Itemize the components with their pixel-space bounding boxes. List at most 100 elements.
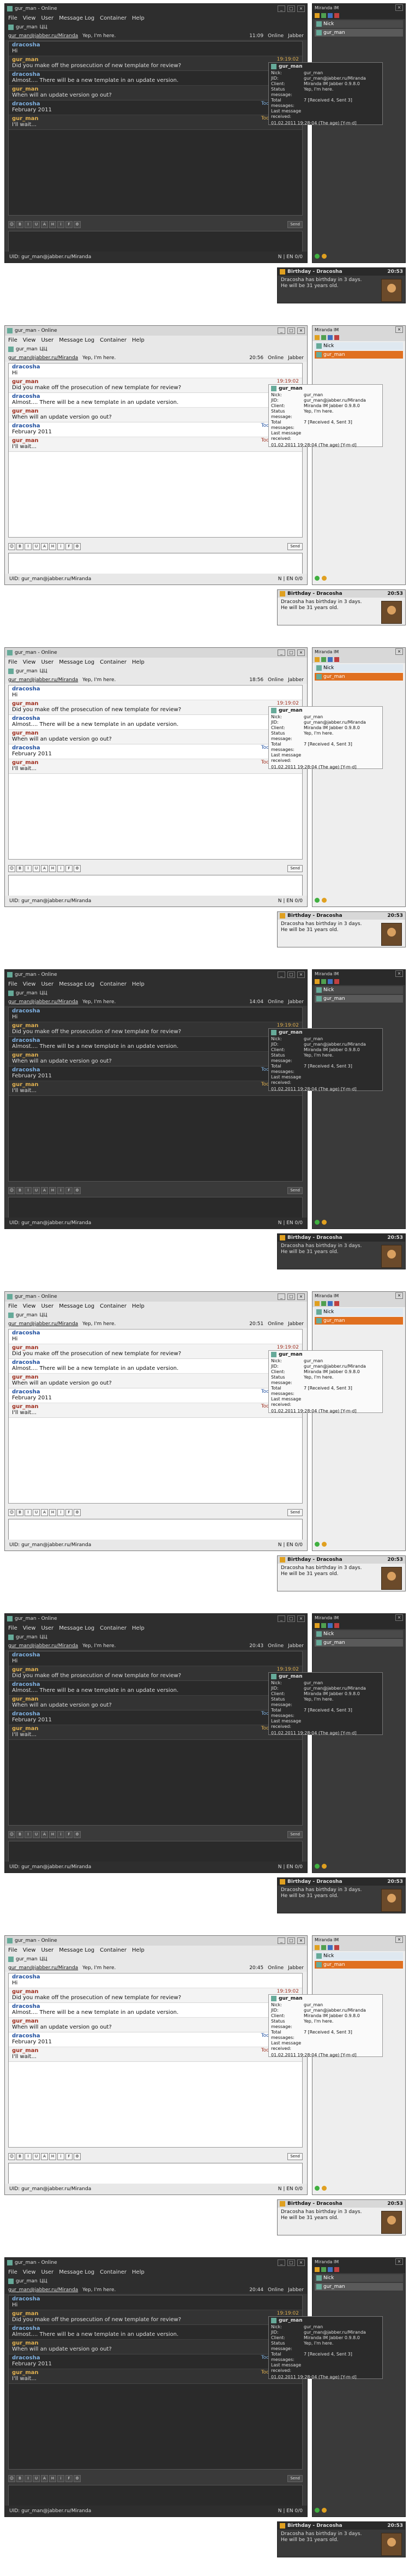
message-author[interactable]: gur_man xyxy=(12,730,39,736)
account-link[interactable]: gur_man@jabber.ru/Miranda xyxy=(8,999,78,1005)
birthday-popup[interactable]: Birthday - Dracosha 20:53 Dracosha has b… xyxy=(277,2199,406,2235)
message-author[interactable]: dracosha xyxy=(12,2296,40,2302)
account-link[interactable]: gur_man@jabber.ru/Miranda xyxy=(8,1965,78,1971)
font-color-icon[interactable]: A xyxy=(41,1830,48,1838)
birthday-popup[interactable]: Birthday - Dracosha 20:53 Dracosha has b… xyxy=(277,2521,406,2557)
contact-item[interactable]: gur_man xyxy=(315,673,403,681)
message-author[interactable]: gur_man xyxy=(12,57,39,63)
history-icon[interactable]: H xyxy=(49,542,56,550)
message-author[interactable]: dracosha xyxy=(12,1037,40,1043)
message-author[interactable]: gur_man xyxy=(12,1082,39,1088)
menu-container[interactable]: Container xyxy=(100,15,127,21)
away-status-icon[interactable] xyxy=(322,1220,327,1225)
maximize-button[interactable]: □ xyxy=(287,1293,295,1300)
message-author[interactable]: dracosha xyxy=(12,101,40,107)
smiley-icon[interactable]: ☺ xyxy=(8,864,15,872)
online-status-icon[interactable] xyxy=(315,1864,320,1869)
find-icon[interactable] xyxy=(328,335,333,340)
away-status-icon[interactable] xyxy=(322,254,327,259)
file-icon[interactable]: F xyxy=(65,864,73,872)
find-icon[interactable] xyxy=(328,1623,333,1628)
message-author[interactable]: dracosha xyxy=(12,71,40,77)
italic-icon[interactable]: I xyxy=(25,1186,32,1194)
menu-message-log[interactable]: Message Log xyxy=(59,659,94,665)
title-bar[interactable]: gur_man - Online _ □ × xyxy=(5,4,307,14)
title-bar[interactable]: gur_man - Online _ □ × xyxy=(5,2258,307,2268)
message-author[interactable]: gur_man xyxy=(12,1989,39,1995)
smiley-icon[interactable]: ☺ xyxy=(8,2474,15,2482)
bold-icon[interactable]: B xyxy=(16,1186,23,1194)
menu-icon[interactable] xyxy=(315,13,320,18)
info-icon[interactable]: i xyxy=(57,2474,64,2482)
options-icon[interactable] xyxy=(334,1945,339,1950)
message-log[interactable]: dracosha Hi gur_man 19:19:02 Did you make of… xyxy=(8,1651,303,1826)
info-icon[interactable]: i xyxy=(57,2152,64,2160)
online-status-icon[interactable] xyxy=(315,2186,320,2191)
settings-icon[interactable]: ⚙ xyxy=(74,2474,81,2482)
minimize-button[interactable]: _ xyxy=(278,1937,285,1944)
group-item[interactable]: Nick xyxy=(315,664,403,672)
font-color-icon[interactable]: A xyxy=(41,1508,48,1516)
file-icon[interactable]: F xyxy=(65,1186,73,1194)
settings-icon[interactable]: ⚙ xyxy=(74,2152,81,2160)
file-icon[interactable]: F xyxy=(65,542,73,550)
account-link[interactable]: gur_man@jabber.ru/Miranda xyxy=(8,355,78,361)
online-status-icon[interactable] xyxy=(315,576,320,581)
contact-item[interactable]: gur_man xyxy=(315,1639,403,1647)
clist-close-button[interactable]: × xyxy=(395,4,403,11)
away-status-icon[interactable] xyxy=(322,1542,327,1547)
message-author[interactable]: gur_man xyxy=(12,379,39,385)
menu-view[interactable]: View xyxy=(23,1625,36,1631)
italic-icon[interactable]: I xyxy=(25,1508,32,1516)
send-button[interactable]: Send xyxy=(287,1186,303,1194)
status-icon[interactable] xyxy=(321,1945,326,1950)
menu-container[interactable]: Container xyxy=(100,337,127,343)
message-author[interactable]: dracosha xyxy=(12,1711,40,1717)
menu-icon[interactable] xyxy=(315,1945,320,1950)
menu-icon[interactable] xyxy=(315,1301,320,1306)
group-item[interactable]: Nick xyxy=(315,2274,403,2282)
smiley-icon[interactable]: ☺ xyxy=(8,542,15,550)
status-icon[interactable] xyxy=(321,2267,326,2272)
underline-icon[interactable]: U xyxy=(33,220,40,228)
menu-file[interactable]: File xyxy=(8,1303,17,1309)
bold-icon[interactable]: B xyxy=(16,2474,23,2482)
options-icon[interactable] xyxy=(334,335,339,340)
title-bar[interactable]: gur_man - Online _ □ × xyxy=(5,326,307,336)
message-author[interactable]: gur_man xyxy=(12,2311,39,2317)
options-icon[interactable] xyxy=(334,979,339,984)
message-author[interactable]: gur_man xyxy=(12,1345,39,1351)
message-author[interactable]: dracosha xyxy=(12,1974,40,1980)
message-author[interactable]: dracosha xyxy=(12,1359,40,1365)
bold-icon[interactable]: B xyxy=(16,220,23,228)
bold-icon[interactable]: B xyxy=(16,1508,23,1516)
away-status-icon[interactable] xyxy=(322,1864,327,1869)
menu-message-log[interactable]: Message Log xyxy=(59,1947,94,1953)
menu-user[interactable]: User xyxy=(41,1625,53,1631)
message-author[interactable]: gur_man xyxy=(12,116,39,122)
menu-message-log[interactable]: Message Log xyxy=(59,1625,94,1631)
options-icon[interactable] xyxy=(334,2267,339,2272)
settings-icon[interactable]: ⚙ xyxy=(74,542,81,550)
info-icon[interactable]: i xyxy=(57,220,64,228)
message-author[interactable]: gur_man xyxy=(12,1696,39,1702)
settings-icon[interactable]: ⚙ xyxy=(74,220,81,228)
menu-message-log[interactable]: Message Log xyxy=(59,337,94,343)
birthday-popup[interactable]: Birthday - Dracosha 20:53 Dracosha has b… xyxy=(277,911,406,947)
contact-item[interactable]: gur_man xyxy=(315,1961,403,1969)
status-icon[interactable] xyxy=(321,335,326,340)
message-author[interactable]: dracosha xyxy=(12,1652,40,1658)
file-icon[interactable]: F xyxy=(65,1508,73,1516)
message-author[interactable]: dracosha xyxy=(12,2355,40,2361)
message-author[interactable]: gur_man xyxy=(12,760,39,766)
font-color-icon[interactable]: A xyxy=(41,220,48,228)
message-author[interactable]: gur_man xyxy=(12,1726,39,1732)
minimize-button[interactable]: _ xyxy=(278,971,285,978)
message-author[interactable]: dracosha xyxy=(12,1067,40,1073)
italic-icon[interactable]: I xyxy=(25,220,32,228)
settings-icon[interactable]: ⚙ xyxy=(74,1830,81,1838)
bold-icon[interactable]: B xyxy=(16,2152,23,2160)
clist-close-button[interactable]: × xyxy=(395,1936,403,1943)
settings-icon[interactable]: ⚙ xyxy=(74,1186,81,1194)
menu-message-log[interactable]: Message Log xyxy=(59,981,94,987)
